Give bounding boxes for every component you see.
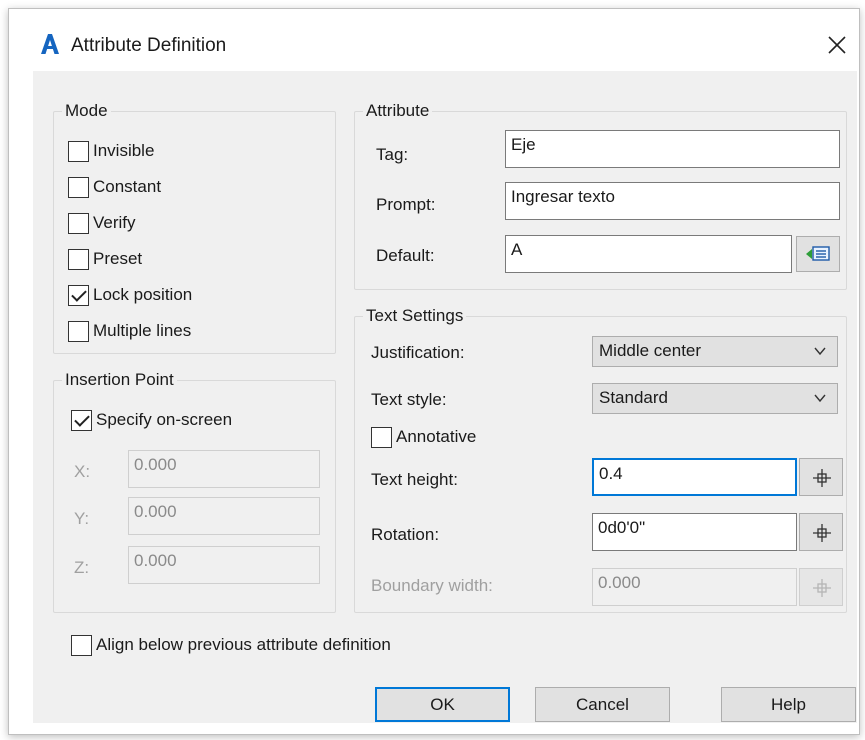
text-settings-group-label: Text Settings (363, 306, 467, 326)
text-height-label: Text height: (371, 470, 458, 489)
preset-checkbox-row[interactable]: Preset (68, 247, 142, 271)
multiple-lines-checkbox-row[interactable]: Multiple lines (68, 319, 191, 343)
annotative-checkbox[interactable] (371, 426, 392, 448)
multiple-lines-label: Multiple lines (93, 321, 192, 340)
verify-checkbox[interactable] (68, 212, 89, 234)
pick-text-height-button[interactable] (799, 458, 843, 496)
constant-checkbox-row[interactable]: Constant (68, 175, 161, 199)
multiple-lines-checkbox[interactable] (68, 320, 89, 342)
boundary-width-label: Boundary width: (371, 576, 493, 595)
text-style-value: Standard (599, 388, 668, 407)
invisible-checkbox-row[interactable]: Invisible (68, 139, 154, 163)
justification-value: Middle center (599, 341, 702, 360)
specify-on-screen-checkbox[interactable] (71, 409, 92, 431)
boundary-width-input: 0.000 (592, 568, 797, 606)
attribute-group: Attribute Tag: Eje Prompt: Ingresar text… (354, 101, 847, 290)
insert-field-button[interactable] (796, 236, 840, 272)
z-field: 0.000 (128, 546, 320, 584)
constant-label: Constant (93, 177, 162, 196)
prompt-label: Prompt: (376, 195, 436, 214)
z-label: Z: (74, 558, 90, 577)
default-label: Default: (376, 246, 435, 265)
lock-position-checkbox-row[interactable]: Lock position (68, 283, 192, 307)
text-style-label: Text style: (371, 390, 447, 409)
justification-dropdown[interactable]: Middle center (592, 336, 838, 367)
lock-position-label: Lock position (93, 285, 193, 304)
specify-on-screen-label: Specify on-screen (96, 410, 233, 429)
mode-group-label: Mode (62, 101, 111, 121)
crosshair-icon (813, 524, 831, 542)
align-below-label: Align below previous attribute definitio… (96, 635, 391, 654)
ok-button[interactable]: OK (375, 687, 510, 722)
preset-label: Preset (93, 249, 143, 268)
autocad-a-icon (41, 34, 59, 54)
close-icon[interactable] (825, 33, 849, 57)
align-below-checkbox[interactable] (71, 634, 92, 656)
default-input[interactable]: A (505, 235, 792, 273)
preset-checkbox[interactable] (68, 248, 89, 270)
justification-label: Justification: (371, 343, 465, 362)
crosshair-icon (813, 469, 831, 487)
pick-boundary-width-button (799, 568, 843, 606)
insertion-point-group: Insertion Point Specify on-screen X: 0.0… (53, 370, 336, 613)
tag-input[interactable]: Eje (505, 130, 840, 168)
title-bar: Attribute Definition (9, 9, 859, 71)
cancel-button[interactable]: Cancel (535, 687, 670, 722)
rotation-label: Rotation: (371, 525, 440, 544)
x-field: 0.000 (128, 450, 320, 488)
text-settings-group: Text Settings Justification: Middle cent… (354, 306, 847, 613)
annotative-label: Annotative (396, 427, 477, 446)
crosshair-icon (813, 579, 831, 597)
attribute-definition-dialog: Attribute Definition Mode Invisible Cons… (8, 8, 860, 735)
chevron-down-icon (814, 394, 826, 403)
rotation-input[interactable]: 0d0'0" (592, 513, 797, 551)
insertion-point-group-label: Insertion Point (62, 370, 177, 390)
prompt-input[interactable]: Ingresar texto (505, 182, 840, 220)
verify-checkbox-row[interactable]: Verify (68, 211, 136, 235)
insert-field-icon (806, 246, 830, 261)
invisible-label: Invisible (93, 141, 155, 160)
mode-group: Mode Invisible Constant Verify Preset Lo… (53, 101, 336, 354)
invisible-checkbox[interactable] (68, 140, 89, 162)
y-field: 0.000 (128, 497, 320, 535)
specify-on-screen-checkbox-row[interactable]: Specify on-screen (71, 408, 232, 432)
dialog-title: Attribute Definition (71, 35, 227, 56)
chevron-down-icon (814, 347, 826, 356)
tag-label: Tag: (376, 145, 409, 164)
attribute-group-label: Attribute (363, 101, 433, 121)
x-label: X: (74, 462, 91, 481)
help-button[interactable]: Help (721, 687, 856, 722)
y-label: Y: (74, 509, 90, 528)
lock-position-checkbox[interactable] (68, 284, 89, 306)
verify-label: Verify (93, 213, 136, 232)
pick-rotation-button[interactable] (799, 513, 843, 551)
constant-checkbox[interactable] (68, 176, 89, 198)
text-height-input[interactable]: 0.4 (592, 458, 797, 496)
annotative-checkbox-row[interactable]: Annotative (371, 425, 476, 449)
dialog-body: Mode Invisible Constant Verify Preset Lo… (33, 71, 857, 723)
text-style-dropdown[interactable]: Standard (592, 383, 838, 414)
align-below-checkbox-row[interactable]: Align below previous attribute definitio… (71, 633, 391, 657)
